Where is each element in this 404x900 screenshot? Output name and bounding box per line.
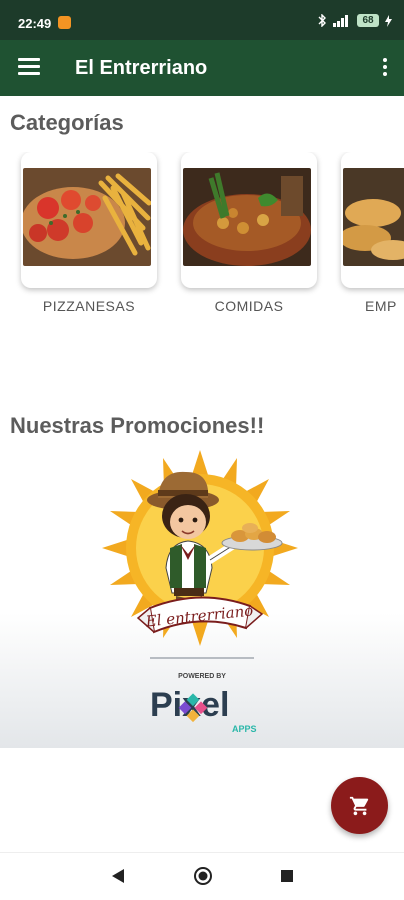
home-icon[interactable] xyxy=(193,866,213,886)
status-bar: 22:49 68 xyxy=(0,0,404,40)
category-label-comidas: COMIDAS xyxy=(214,298,284,314)
brand-sub: APPS xyxy=(232,724,257,734)
shopping-cart-icon xyxy=(349,796,368,815)
status-time: 22:49 xyxy=(18,16,52,31)
categories-carousel[interactable]: PIZZANESAS COMIDAS EMP xyxy=(0,152,404,322)
category-label-pizzanesas: PIZZANESAS xyxy=(42,298,136,314)
category-card-pizzanesas[interactable] xyxy=(21,152,157,288)
promotions-title: Nuestras Promociones!! xyxy=(10,413,265,438)
status-icons: 68 xyxy=(318,14,392,27)
back-icon[interactable] xyxy=(110,867,126,885)
bluetooth-icon xyxy=(318,14,326,27)
system-nav-bar xyxy=(0,852,404,900)
cart-fab-button[interactable] xyxy=(331,777,388,834)
app-notification-icon xyxy=(58,16,71,29)
pizzanesa-photo xyxy=(23,168,151,266)
app-bar: El Entrerriano xyxy=(0,40,404,96)
el-entrerriano-logo: El entrerriano POWERED BY Pixel APPS xyxy=(102,450,298,734)
hamburger-menu-icon[interactable] xyxy=(18,58,40,78)
stew-photo xyxy=(183,168,311,266)
app-title: El Entrerriano xyxy=(75,57,208,79)
categories-title: Categorías xyxy=(10,110,124,135)
powered-by-text: POWERED BY xyxy=(178,673,226,680)
category-card-comidas[interactable] xyxy=(181,152,317,288)
more-vert-icon[interactable] xyxy=(382,58,388,78)
battery-icon: 68 xyxy=(357,14,379,27)
signal-icon xyxy=(333,14,348,27)
recents-icon[interactable] xyxy=(280,869,294,883)
charging-icon xyxy=(385,14,392,27)
empanadas-photo xyxy=(343,168,404,266)
category-card-empanadas[interactable] xyxy=(341,152,404,288)
category-label-empanadas: EMP xyxy=(365,298,397,314)
promotion-banner[interactable]: El entrerriano POWERED BY Pixel APPS xyxy=(0,448,404,748)
